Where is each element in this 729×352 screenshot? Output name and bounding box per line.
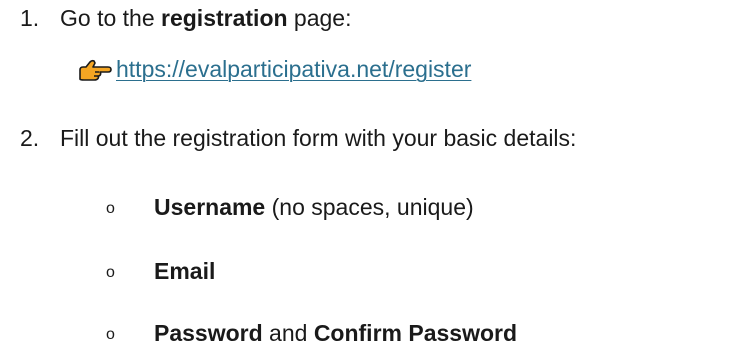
step-text: Go to the registration page: xyxy=(60,5,352,31)
step-text: Fill out the registration form with your… xyxy=(60,125,577,151)
bullet-marker: o xyxy=(106,200,115,217)
step-bold-term: registration xyxy=(161,5,288,31)
field-name: Email xyxy=(154,258,216,284)
pointing-hand-icon xyxy=(79,59,112,81)
step-number: 2. xyxy=(20,125,40,151)
bullet-marker: o xyxy=(106,326,115,343)
registration-link[interactable]: https://evalparticipativa.net/register xyxy=(116,58,471,81)
bullet-marker: o xyxy=(106,264,115,281)
field-name: Username xyxy=(154,194,266,220)
field-name: Password xyxy=(154,320,263,346)
step-number: 1. xyxy=(20,5,40,31)
field-name: Confirm Password xyxy=(313,320,518,346)
